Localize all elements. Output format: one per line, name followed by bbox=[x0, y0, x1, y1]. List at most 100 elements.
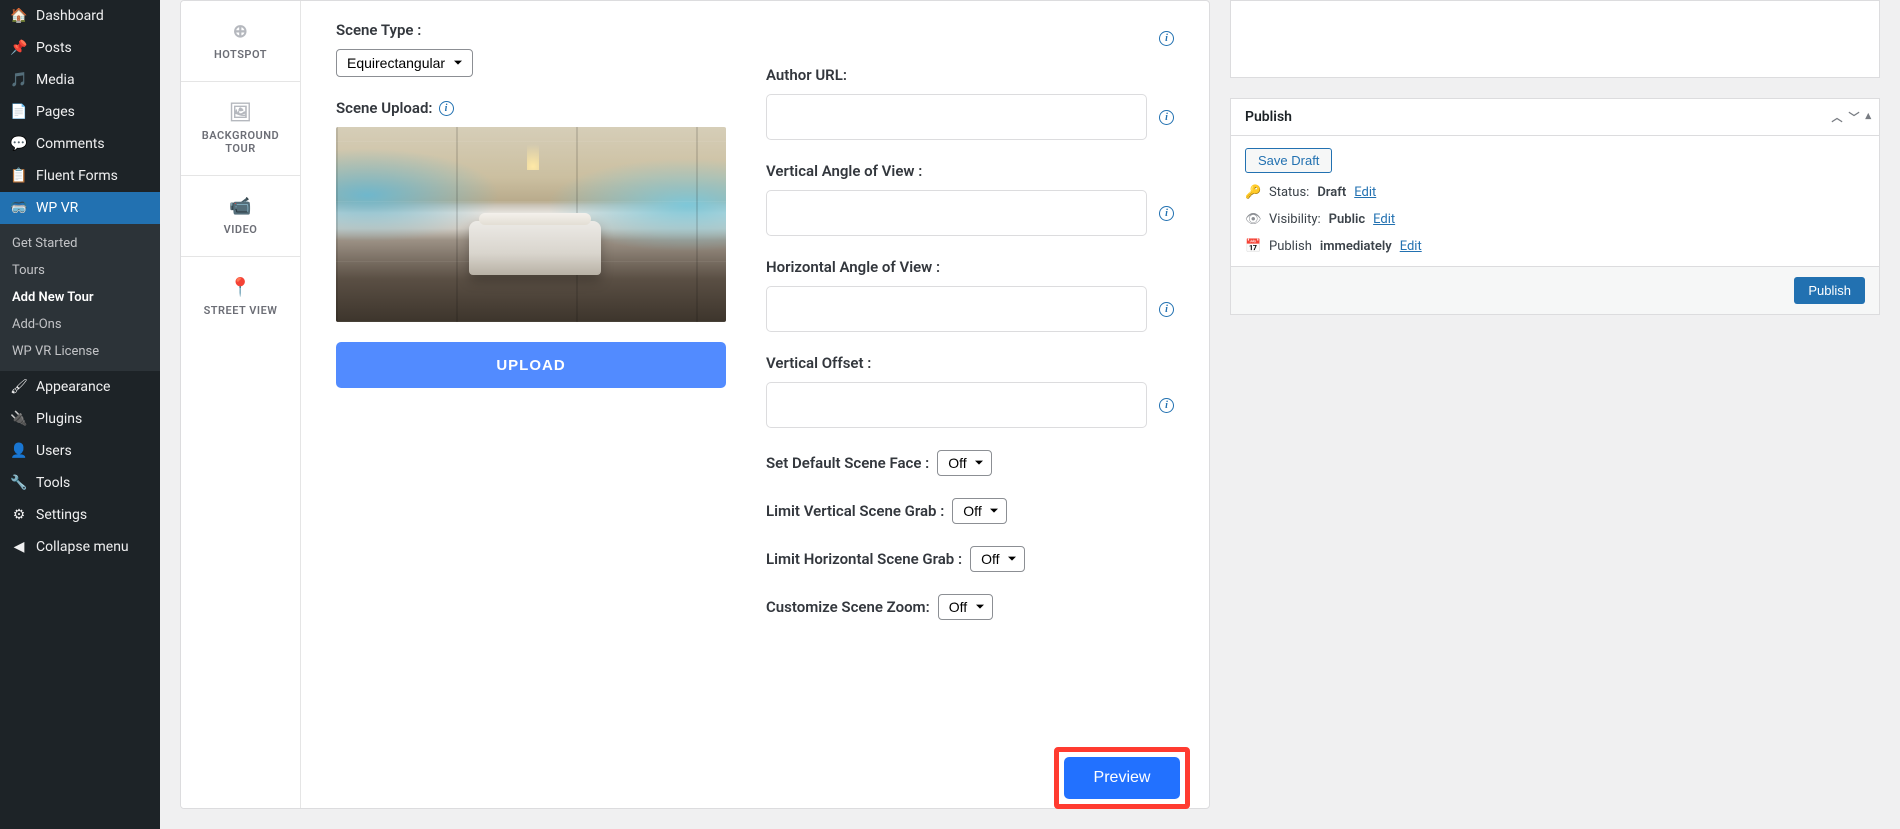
publish-box: Publish ︿ ﹀ ▴ Save Draft 🔑 Status: Draft… bbox=[1230, 98, 1880, 315]
user-icon: 👤 bbox=[10, 443, 28, 459]
scene-config-panel: ⊕ HOTSPOT 🖼 BACKGROUND TOUR 📹 VIDEO 📍 ST… bbox=[180, 0, 1210, 809]
save-draft-button[interactable]: Save Draft bbox=[1245, 148, 1332, 173]
info-icon[interactable]: i bbox=[1159, 206, 1174, 221]
edit-status-link[interactable]: Edit bbox=[1354, 185, 1376, 200]
voffset-input[interactable] bbox=[766, 382, 1147, 428]
wrench-icon: 🔧 bbox=[10, 475, 28, 491]
calendar-icon: 📅 bbox=[1245, 239, 1261, 254]
menu-collapse[interactable]: ◀ Collapse menu bbox=[0, 531, 160, 563]
limit-horizontal-select[interactable]: Off bbox=[970, 546, 1025, 572]
collapse-icon: ◀ bbox=[10, 539, 28, 555]
menu-comments[interactable]: 💬 Comments bbox=[0, 128, 160, 160]
limit-vertical-row: Limit Vertical Scene Grab : Off bbox=[766, 498, 1174, 524]
edit-visibility-link[interactable]: Edit bbox=[1373, 212, 1395, 227]
pin-icon: 📍 bbox=[187, 277, 294, 298]
menu-users[interactable]: 👤 Users bbox=[0, 435, 160, 467]
menu-label: Users bbox=[36, 443, 72, 459]
upload-button[interactable]: UPLOAD bbox=[336, 342, 726, 388]
tab-street-view[interactable]: 📍 STREET VIEW bbox=[181, 257, 300, 337]
schedule-row: 📅 Publish immediately Edit bbox=[1245, 239, 1865, 254]
menu-label: Fluent Forms bbox=[36, 168, 118, 184]
menu-appearance[interactable]: 🖌 Appearance bbox=[0, 371, 160, 403]
menu-media[interactable]: 🎵 Media bbox=[0, 64, 160, 96]
zoom-select[interactable]: Off bbox=[938, 594, 993, 620]
menu-dashboard[interactable]: 🏠 Dashboard bbox=[0, 0, 160, 32]
submenu-get-started[interactable]: Get Started bbox=[0, 230, 160, 257]
vaov-input[interactable] bbox=[766, 190, 1147, 236]
tab-hotspot[interactable]: ⊕ HOTSPOT bbox=[181, 1, 300, 82]
publish-header: Publish ︿ ﹀ ▴ bbox=[1231, 99, 1879, 136]
triangle-up-icon[interactable]: ▴ bbox=[1865, 109, 1871, 125]
pin-icon: 📌 bbox=[10, 40, 28, 56]
menu-label: Tools bbox=[36, 475, 70, 491]
publish-footer: Publish bbox=[1231, 267, 1879, 314]
submenu-add-ons[interactable]: Add-Ons bbox=[0, 311, 160, 338]
vaov-group: Vertical Angle of View : i bbox=[766, 162, 1174, 236]
preview-button[interactable]: Preview bbox=[1064, 757, 1180, 799]
menu-wp-vr[interactable]: 🥽 WP VR bbox=[0, 192, 160, 224]
scene-upload-group: Scene Upload: i UPLOAD bbox=[336, 99, 726, 388]
info-icon[interactable]: i bbox=[1159, 31, 1174, 46]
default-face-row: Set Default Scene Face : Off bbox=[766, 450, 1174, 476]
submenu-add-new-tour[interactable]: Add New Tour bbox=[0, 284, 160, 311]
info-icon[interactable]: i bbox=[1159, 110, 1174, 125]
limit-horizontal-row: Limit Horizontal Scene Grab : Off bbox=[766, 546, 1174, 572]
author-url-group: Author URL: i bbox=[766, 66, 1174, 140]
editor-panel: ⊕ HOTSPOT 🖼 BACKGROUND TOUR 📹 VIDEO 📍 ST… bbox=[180, 0, 1210, 809]
submenu-license[interactable]: WP VR License bbox=[0, 338, 160, 365]
info-icon[interactable]: i bbox=[1159, 302, 1174, 317]
submenu-tours[interactable]: Tours bbox=[0, 257, 160, 284]
sidebar-right: Publish ︿ ﹀ ▴ Save Draft 🔑 Status: Draft… bbox=[1230, 0, 1880, 809]
status-row: 🔑 Status: Draft Edit bbox=[1245, 185, 1865, 200]
chevron-down-icon[interactable]: ﹀ bbox=[1848, 109, 1859, 125]
media-icon: 🎵 bbox=[10, 72, 28, 88]
haov-input[interactable] bbox=[766, 286, 1147, 332]
menu-tools[interactable]: 🔧 Tools bbox=[0, 467, 160, 499]
publish-body: Save Draft 🔑 Status: Draft Edit 👁 Visibi… bbox=[1231, 136, 1879, 267]
menu-label: Appearance bbox=[36, 379, 110, 395]
camera-icon: 📹 bbox=[187, 196, 294, 217]
publish-button[interactable]: Publish bbox=[1794, 277, 1865, 304]
vaov-label: Vertical Angle of View : bbox=[766, 162, 1174, 180]
scene-type-label: Scene Type : bbox=[336, 21, 726, 39]
empty-metabox bbox=[1230, 0, 1880, 78]
sliders-icon: ⚙ bbox=[10, 507, 28, 523]
default-face-select[interactable]: Off bbox=[937, 450, 992, 476]
menu-posts[interactable]: 📌 Posts bbox=[0, 32, 160, 64]
menu-label: Posts bbox=[36, 40, 72, 56]
chevron-up-icon[interactable]: ︿ bbox=[1831, 109, 1842, 125]
submenu-wp-vr: Get Started Tours Add New Tour Add-Ons W… bbox=[0, 224, 160, 371]
menu-label: Dashboard bbox=[36, 8, 104, 24]
form-area: Scene Type : Equirectangular Scene Uploa… bbox=[301, 1, 1209, 808]
author-url-label: Author URL: bbox=[766, 66, 1174, 84]
author-url-input[interactable] bbox=[766, 94, 1147, 140]
scene-preview-image bbox=[336, 127, 726, 322]
menu-pages[interactable]: 📄 Pages bbox=[0, 96, 160, 128]
info-icon[interactable]: i bbox=[1159, 398, 1174, 413]
image-icon: 🖼 bbox=[187, 102, 294, 123]
dashboard-icon: 🏠 bbox=[10, 8, 28, 24]
vertical-tabs: ⊕ HOTSPOT 🖼 BACKGROUND TOUR 📹 VIDEO 📍 ST… bbox=[181, 1, 301, 808]
crosshair-icon: ⊕ bbox=[187, 21, 294, 42]
menu-label: WP VR bbox=[36, 200, 78, 216]
brush-icon: 🖌 bbox=[10, 379, 28, 395]
edit-schedule-link[interactable]: Edit bbox=[1400, 239, 1422, 254]
menu-fluent-forms[interactable]: 📋 Fluent Forms bbox=[0, 160, 160, 192]
menu-plugins[interactable]: 🔌 Plugins bbox=[0, 403, 160, 435]
limit-vertical-select[interactable]: Off bbox=[952, 498, 1007, 524]
menu-label: Settings bbox=[36, 507, 87, 523]
comments-icon: 💬 bbox=[10, 136, 28, 152]
menu-label: Plugins bbox=[36, 411, 82, 427]
info-icon[interactable]: i bbox=[439, 101, 454, 116]
menu-label: Comments bbox=[36, 136, 105, 152]
haov-group: Horizontal Angle of View : i bbox=[766, 258, 1174, 332]
menu-label: Collapse menu bbox=[36, 539, 129, 555]
menu-settings[interactable]: ⚙ Settings bbox=[0, 499, 160, 531]
scene-type-select[interactable]: Equirectangular bbox=[336, 49, 473, 77]
scene-settings-column: i Author URL: i Vertical Angle of View : bbox=[766, 21, 1174, 788]
eye-icon: 👁 bbox=[1245, 212, 1261, 227]
tab-video[interactable]: 📹 VIDEO bbox=[181, 176, 300, 257]
vr-icon: 🥽 bbox=[10, 200, 28, 216]
main-content: ⊕ HOTSPOT 🖼 BACKGROUND TOUR 📹 VIDEO 📍 ST… bbox=[160, 0, 1900, 829]
tab-background-tour[interactable]: 🖼 BACKGROUND TOUR bbox=[181, 82, 300, 176]
